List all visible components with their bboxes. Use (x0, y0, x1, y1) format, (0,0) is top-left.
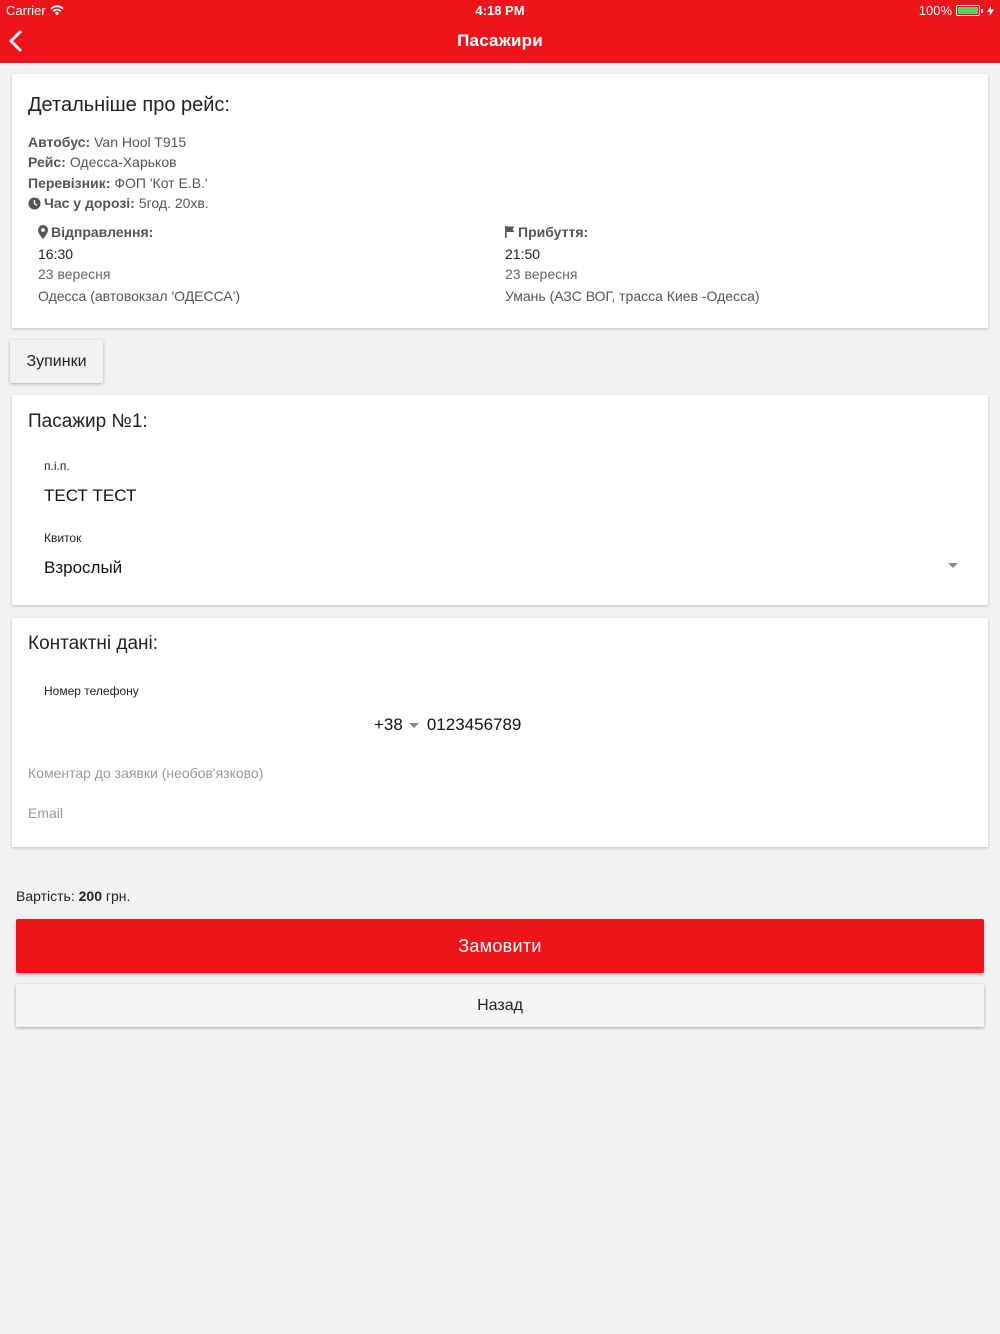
page-title: Пасажири (457, 31, 543, 50)
bus-label: Автобус: (28, 134, 91, 150)
arrival-date: 23 вересня (505, 266, 578, 282)
route-label: Рейс: (28, 154, 66, 170)
comment-input[interactable]: Коментар до заявки (необов'язково) (28, 765, 968, 781)
departure-date: 23 вересня (38, 266, 111, 282)
passenger-card: Пасажир №1: п.і.п. ТЕСТ ТЕСТ Квиток Взро… (12, 395, 988, 605)
route-info: Рейс: Одесса-Харьков (28, 154, 177, 170)
ticket-select[interactable]: Взрослый (44, 558, 944, 578)
route-value: Одесса-Харьков (69, 154, 177, 170)
battery-icon (956, 5, 983, 16)
chevron-down-icon[interactable] (948, 563, 958, 568)
price-label: Вартість: (16, 888, 75, 904)
duration-value: 5год. 20хв. (138, 195, 209, 211)
phone-number-input[interactable]: 0123456789 (427, 715, 522, 735)
price-amount: 200 (78, 888, 102, 904)
charging-icon (987, 5, 994, 16)
departure-column: Відправлення: 16:30 23 вересня Одесса (а… (38, 224, 240, 304)
name-field-label: п.і.п. (44, 459, 70, 473)
price-line: Вартість: 200 грн. (16, 888, 130, 904)
flag-icon (505, 226, 515, 238)
carrier-label: Перевізник: (28, 175, 111, 191)
battery-percent: 100% (918, 3, 952, 18)
price-currency: грн. (105, 888, 131, 904)
bus-info: Автобус: Van Hool T915 (28, 134, 186, 150)
battery-indicator: 100% (919, 3, 994, 18)
passenger-title: Пасажир №1: (28, 411, 148, 432)
phone-code-select[interactable]: +38 (374, 715, 403, 735)
arrival-label: Прибуття: (518, 224, 589, 240)
app-header: Carrier 4:18 PM 100% Пасажири (0, 0, 1000, 63)
phone-field: +38 0123456789 (374, 715, 521, 735)
location-pin-icon (38, 225, 48, 239)
contacts-title: Контактні дані: (28, 633, 159, 654)
departure-label: Відправлення: (51, 224, 154, 240)
clock-icon (28, 197, 41, 209)
contacts-card: Контактні дані: Номер телефону +38 01234… (12, 618, 988, 847)
bus-value: Van Hool T915 (94, 134, 187, 150)
email-input[interactable]: Email (28, 805, 968, 821)
trip-details-title: Детальніше про рейс: (28, 94, 230, 116)
phone-field-label: Номер телефону (44, 684, 139, 698)
arrival-place: Умань (АЗС ВОГ, трасса Киев -Одесса) (505, 288, 760, 304)
trip-details-card: Детальніше про рейс: Автобус: Van Hool T… (12, 74, 988, 328)
departure-time: 16:30 (38, 246, 74, 262)
order-button[interactable]: Замовити (16, 919, 984, 973)
departure-place: Одесса (автовокзал 'ОДЕССА') (38, 288, 241, 304)
stops-button[interactable]: Зупинки (10, 340, 103, 383)
duration-info: Час у дорозі: 5год. 20хв. (28, 195, 209, 211)
arrival-column: Прибуття: 21:50 23 вересня Умань (АЗС ВО… (505, 224, 760, 304)
phone-code-chevron-icon[interactable] (408, 722, 419, 728)
name-field[interactable]: ТЕСТ ТЕСТ (44, 486, 136, 506)
arrival-time: 21:50 (505, 246, 541, 262)
status-time: 4:18 PM (475, 3, 525, 18)
carrier-info: Перевізник: ФОП 'Кот Е.В.' (28, 175, 208, 191)
duration-label: Час у дорозі: (44, 195, 135, 211)
ticket-field-label: Квиток (44, 531, 82, 545)
status-bar: Carrier 4:18 PM 100% (0, 0, 1000, 20)
back-button[interactable]: Назад (16, 984, 984, 1027)
carrier-value: ФОП 'Кот Е.В.' (114, 175, 208, 191)
